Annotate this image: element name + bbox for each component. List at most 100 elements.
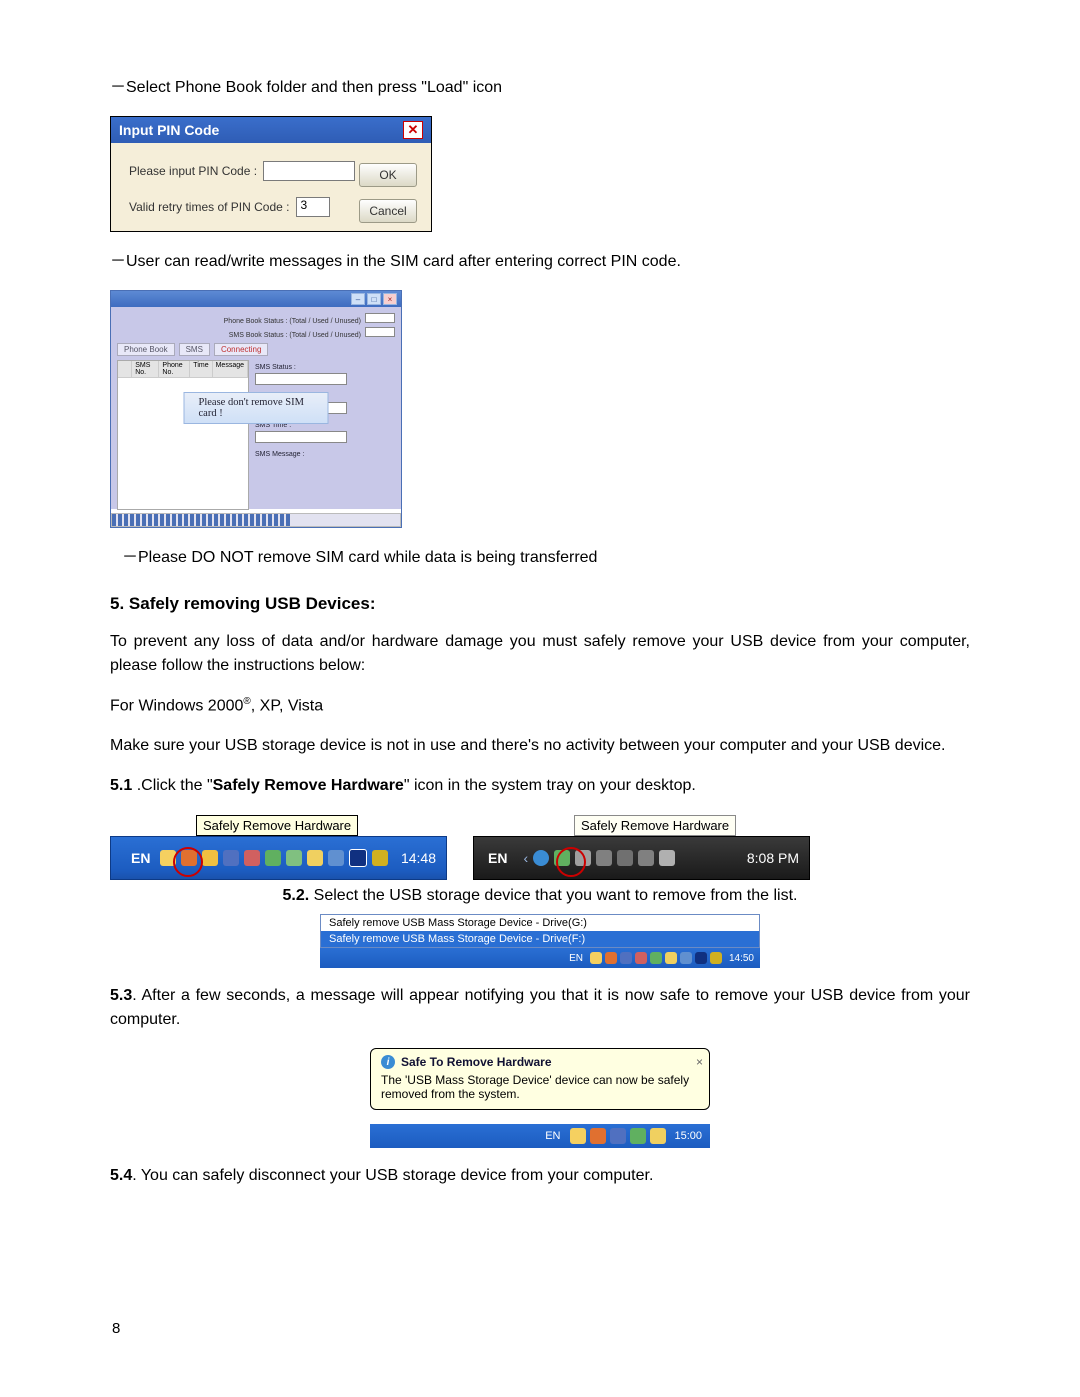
intro-line: －Select Phone Book folder and then press… [110,76,970,100]
safe-remove-balloon-wrap: × i Safe To Remove Hardware The 'USB Mass… [370,1048,710,1148]
status-box [365,313,395,323]
retry-label: Valid retry times of PIN Code : [129,200,290,214]
section5-54: 5.4. You can safely disconnect your USB … [110,1164,970,1188]
tab-phonebook[interactable]: Phone Book [117,343,175,356]
tray-icon[interactable] [223,850,239,866]
safely-remove-icon[interactable] [265,850,281,866]
clock: 14:50 [729,953,754,964]
safely-remove-tooltip: Safely Remove Hardware [196,815,358,836]
dialog-titlebar: Input PIN Code ✕ [111,117,431,143]
progress-bar [111,513,401,527]
field-sms-message: SMS Message : [255,451,304,458]
tab-sms[interactable]: SMS [179,343,210,356]
lang-indicator[interactable]: EN [569,953,583,964]
pin-input-field[interactable] [263,161,355,181]
tray-icon[interactable] [617,850,633,866]
taskbar-mini: EN 14:50 [320,948,760,968]
tray-icon[interactable] [590,952,602,964]
sim-list[interactable]: SMS No. Phone No. Time Message [117,360,249,510]
field-sms-status: SMS Status : [255,364,296,371]
status-box [365,327,395,337]
lang-indicator[interactable]: EN [545,1130,560,1142]
section5-53: 5.3. After a few seconds, a message will… [110,984,970,1032]
tray-icon[interactable] [307,850,323,866]
cancel-button[interactable]: Cancel [359,199,417,223]
tray-icon[interactable] [650,1128,666,1144]
lang-indicator[interactable]: EN [488,850,507,866]
tray-icon[interactable] [372,850,388,866]
tray-icon[interactable] [680,952,692,964]
close-icon[interactable]: × [383,293,397,305]
tray-icon[interactable] [630,1128,646,1144]
tray-icon[interactable] [665,952,677,964]
tray-icon[interactable] [638,850,654,866]
col-time: Time [190,361,212,377]
remove-device-menu: Safely remove USB Mass Storage Device - … [320,914,760,968]
col-phoneno: Phone No. [159,361,190,377]
sim-warning-banner: Please don't remove SIM card ! [184,392,329,424]
tray-icon[interactable] [710,952,722,964]
tray-icon[interactable] [328,850,344,866]
tray-icon[interactable] [244,850,260,866]
status-phonebook: Phone Book Status : (Total / Used / Unus… [224,318,361,325]
dialog-title: Input PIN Code [119,122,219,138]
highlight-circle [173,847,203,877]
after-pin-line: －User can read/write messages in the SIM… [110,250,970,274]
tray-icon[interactable] [605,952,617,964]
tray-icon[interactable] [635,952,647,964]
tab-connecting[interactable]: Connecting [214,343,268,356]
section5-52: 5.2. Select the USB storage device that … [110,884,970,908]
volume-icon[interactable] [659,850,675,866]
minimize-icon[interactable]: – [351,293,365,305]
col-checkbox [118,361,132,377]
section5-p2: For Windows 2000®, XP, Vista [110,694,970,718]
section5-p3: Make sure your USB storage device is not… [110,734,970,758]
dialog-body: Please input PIN Code : Valid retry time… [111,143,431,231]
maximize-icon[interactable]: □ [367,293,381,305]
lang-indicator[interactable]: EN [131,850,150,866]
balloon-title: Safe To Remove Hardware [401,1055,552,1069]
section-5-title: 5. Safely removing USB Devices: [110,594,970,614]
tray-icon[interactable] [286,850,302,866]
tray-icon[interactable] [349,849,367,867]
clock-xp: 14:48 [401,850,436,866]
tray-icon[interactable] [202,850,218,866]
tray-icon[interactable] [695,952,707,964]
status-sms: SMS Book Status : (Total / Used / Unused… [229,332,361,339]
highlight-circle [556,847,586,877]
retry-value-field[interactable]: 3 [296,197,330,217]
tray-icon[interactable] [590,1128,606,1144]
tray-icon[interactable] [570,1128,586,1144]
tray-icon[interactable] [596,850,612,866]
sim-warning-line: －Please DO NOT remove SIM card while dat… [122,546,970,570]
chevron-left-icon[interactable]: ‹ [523,850,528,866]
safely-remove-tooltip: Safely Remove Hardware [574,815,736,836]
balloon-body: The 'USB Mass Storage Device' device can… [381,1073,699,1101]
col-smsno: SMS No. [132,361,159,377]
tray-icon[interactable] [533,850,549,866]
tray-icon[interactable] [650,952,662,964]
tray-icon[interactable] [610,1128,626,1144]
clock: 15:00 [674,1130,702,1142]
menu-item-drive-f[interactable]: Safely remove USB Mass Storage Device - … [321,931,759,947]
section5-p1: To prevent any loss of data and/or hardw… [110,630,970,678]
info-icon: i [381,1055,395,1069]
sim-manager-window: ​ – □ × Phone Book Status : (Total / Use… [110,290,402,528]
page-number: 8 [112,1320,120,1337]
menu-item-drive-g[interactable]: Safely remove USB Mass Storage Device - … [321,915,759,931]
close-icon[interactable]: × [696,1055,703,1069]
pin-input-label: Please input PIN Code : [129,164,257,178]
ok-button[interactable]: OK [359,163,417,187]
taskbar-xp: Safely Remove Hardware EN 14:48 [110,836,447,880]
sms-time-input[interactable] [255,431,347,443]
tray-icon[interactable] [620,952,632,964]
pin-dialog: Input PIN Code ✕ Please input PIN Code :… [110,116,432,232]
safe-remove-balloon: × i Safe To Remove Hardware The 'USB Mass… [370,1048,710,1110]
clock-vista: 8:08 PM [747,850,799,866]
col-message: Message [213,361,248,377]
taskbar-mini: EN 15:00 [370,1124,710,1148]
sim-titlebar: ​ – □ × [111,291,401,307]
taskbar-vista: Safely Remove Hardware EN ‹ 8:08 PM [473,836,810,880]
sms-status-input[interactable] [255,373,347,385]
close-icon[interactable]: ✕ [403,121,423,139]
